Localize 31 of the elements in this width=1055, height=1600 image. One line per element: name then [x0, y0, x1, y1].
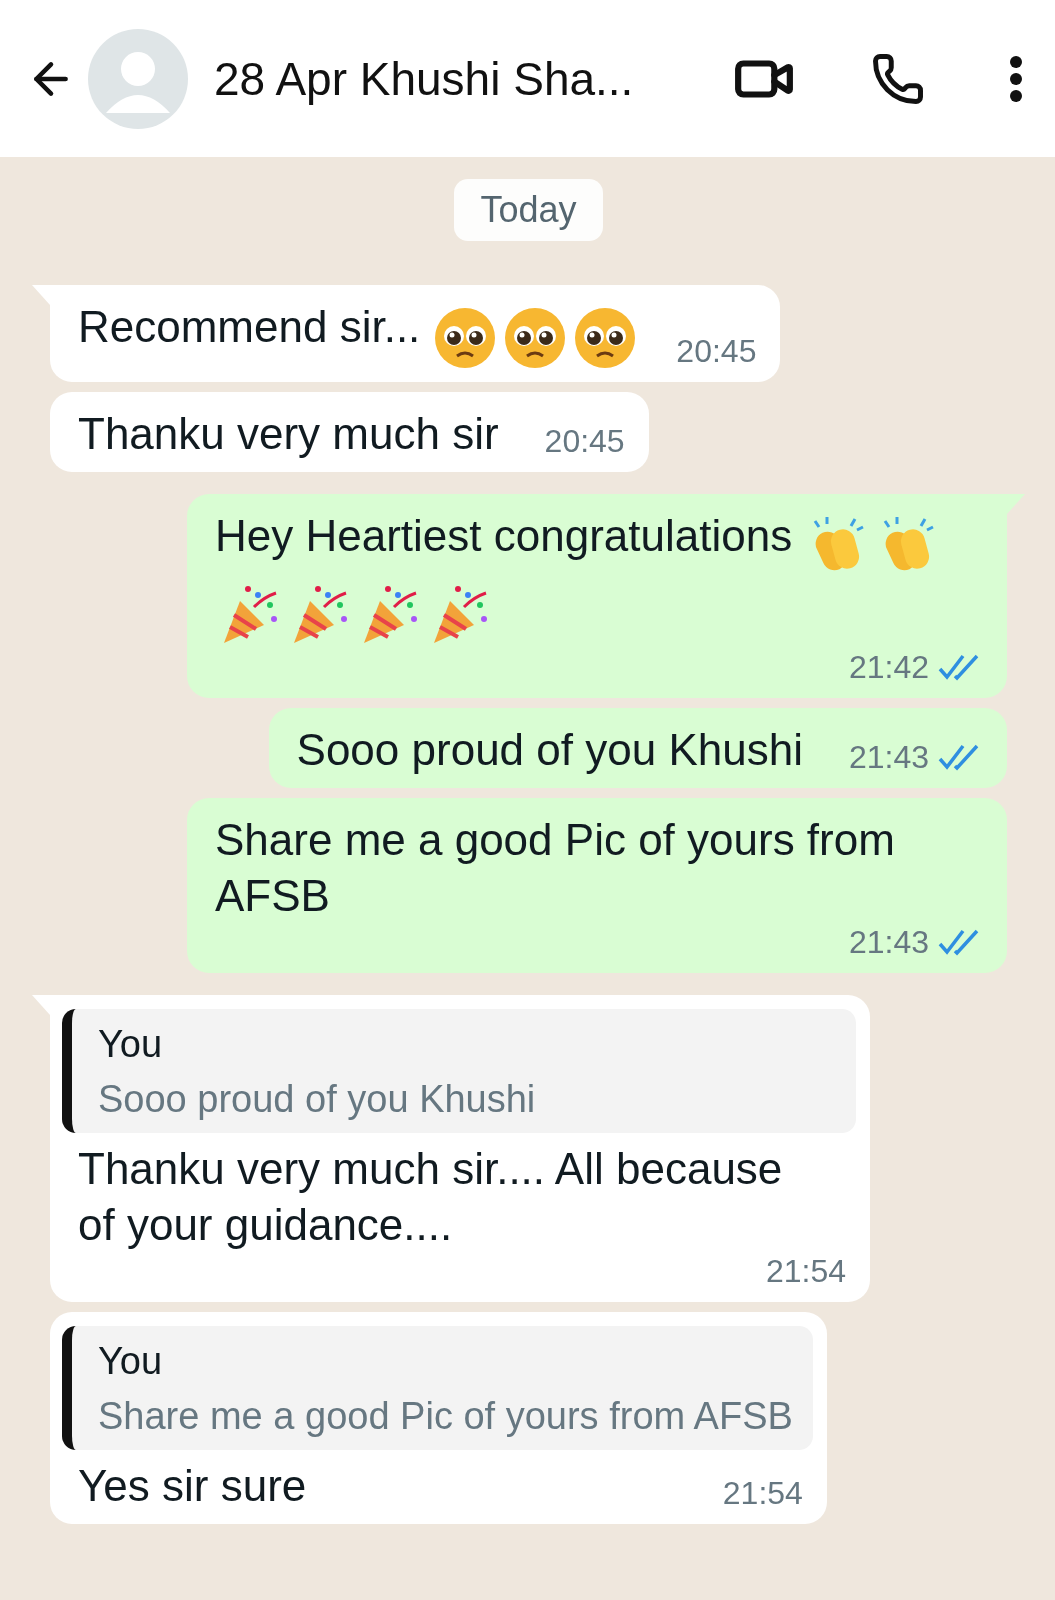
quoted-author: You — [98, 1022, 164, 1066]
message-time: 21:42 — [848, 648, 929, 686]
message-time: 21:54 — [765, 1252, 846, 1290]
message-time: 20:45 — [544, 422, 625, 460]
pleading-face-icon — [573, 305, 638, 370]
message-text: Sooo proud of you Khushi — [296, 724, 803, 774]
incoming-message-bubble[interactable]: Thanku very much sir 20:45 — [50, 391, 649, 472]
quoted-author: You — [98, 1339, 164, 1383]
quoted-message[interactable]: You Share me a good Pic of yours from AFSB — [62, 1325, 813, 1450]
quoted-message[interactable]: You Sooo proud of you Khushi — [62, 1008, 856, 1133]
quoted-text: Share me a good Pic of yours from AFSB — [98, 1394, 793, 1438]
outgoing-message-bubble[interactable]: Sooo proud of you Khushi 21:43 — [268, 707, 1007, 788]
message-text: Thanku very much sir — [78, 408, 499, 458]
chat-title[interactable]: 28 Apr Khushi Sha... — [214, 51, 727, 106]
message-text: Recommend sir... — [78, 302, 421, 351]
menu-icon — [1009, 54, 1023, 103]
message-time: 21:54 — [722, 1474, 803, 1512]
pleading-face-icon — [433, 305, 498, 370]
message-text: Yes sir sure — [78, 1460, 307, 1510]
message-time: 20:45 — [676, 332, 757, 370]
message-time: 21:43 — [848, 738, 929, 776]
quoted-text: Sooo proud of you Khushi — [98, 1077, 537, 1121]
date-chip: Today — [454, 179, 603, 241]
message-text: Thanku very much sir.... All because of your guidance.... — [78, 1143, 783, 1249]
message-text: Share me a good Pic of yours from AFSB — [215, 814, 895, 920]
pleading-face-icon — [503, 305, 568, 370]
message-time: 21:43 — [848, 923, 929, 961]
phone-icon — [871, 51, 925, 106]
incoming-message-bubble[interactable]: You Share me a good Pic of yours from AFSB Yes sir sure 21:54 — [50, 1311, 827, 1524]
outgoing-message-bubble[interactable]: Share me a good Pic of yours from AFSB 21:43 — [187, 797, 1007, 973]
message-text: Hey Heartiest congratulations — [215, 510, 793, 560]
